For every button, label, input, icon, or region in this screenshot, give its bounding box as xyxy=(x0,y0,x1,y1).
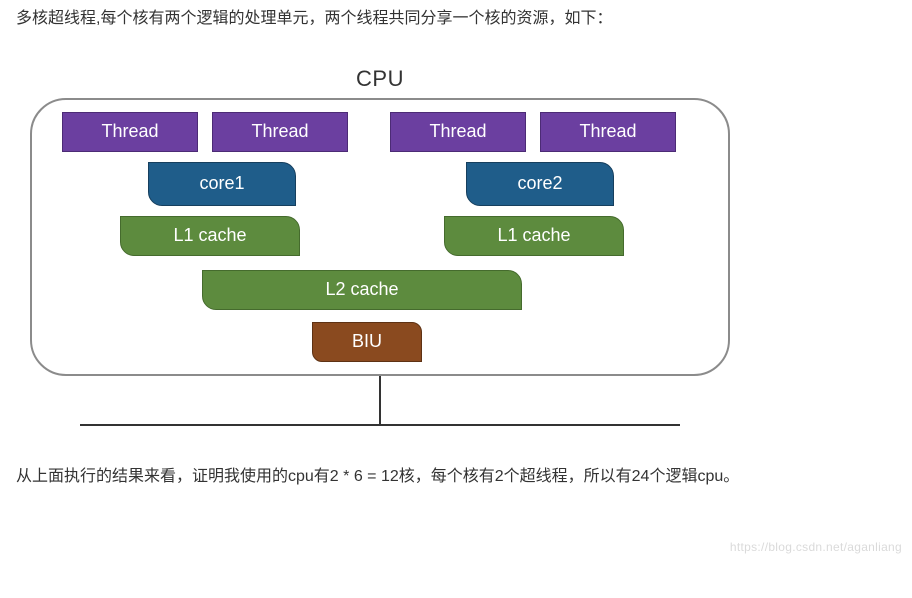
l2-cache-box: L2 cache xyxy=(202,270,522,310)
biu-row: BIU xyxy=(62,322,698,362)
core-row: core1 core2 xyxy=(62,162,698,206)
l1-cache-box: L1 cache xyxy=(444,216,624,256)
l1-row: L1 cache L1 cache xyxy=(62,216,698,256)
cpu-container: Thread Thread Thread Thread core1 core2 … xyxy=(30,98,730,376)
biu-box: BIU xyxy=(312,322,422,362)
cpu-title: CPU xyxy=(30,66,730,92)
thread-box: Thread xyxy=(62,112,198,152)
thread-box: Thread xyxy=(540,112,676,152)
core1-box: core1 xyxy=(148,162,296,206)
intro-paragraph: 多核超线程,每个核有两个逻辑的处理单元，两个线程共同分享一个核的资源，如下： xyxy=(16,6,896,32)
cpu-diagram: CPU Thread Thread Thread Thread core1 co… xyxy=(30,66,730,376)
watermark-text: https://blog.csdn.net/aganliang xyxy=(730,540,902,554)
horizontal-line xyxy=(80,424,680,426)
thread-box: Thread xyxy=(390,112,526,152)
outro-paragraph: 从上面执行的结果来看，证明我使用的cpu有2 * 6 = 12核，每个核有2个超… xyxy=(16,464,896,490)
bus-connector xyxy=(80,376,680,426)
thread-group-right: Thread Thread xyxy=(390,112,676,152)
vertical-line xyxy=(379,376,381,424)
core2-box: core2 xyxy=(466,162,614,206)
l1-cache-box: L1 cache xyxy=(120,216,300,256)
thread-row: Thread Thread Thread Thread xyxy=(62,112,698,152)
thread-group-left: Thread Thread xyxy=(62,112,348,152)
thread-box: Thread xyxy=(212,112,348,152)
l2-row: L2 cache xyxy=(62,270,698,310)
